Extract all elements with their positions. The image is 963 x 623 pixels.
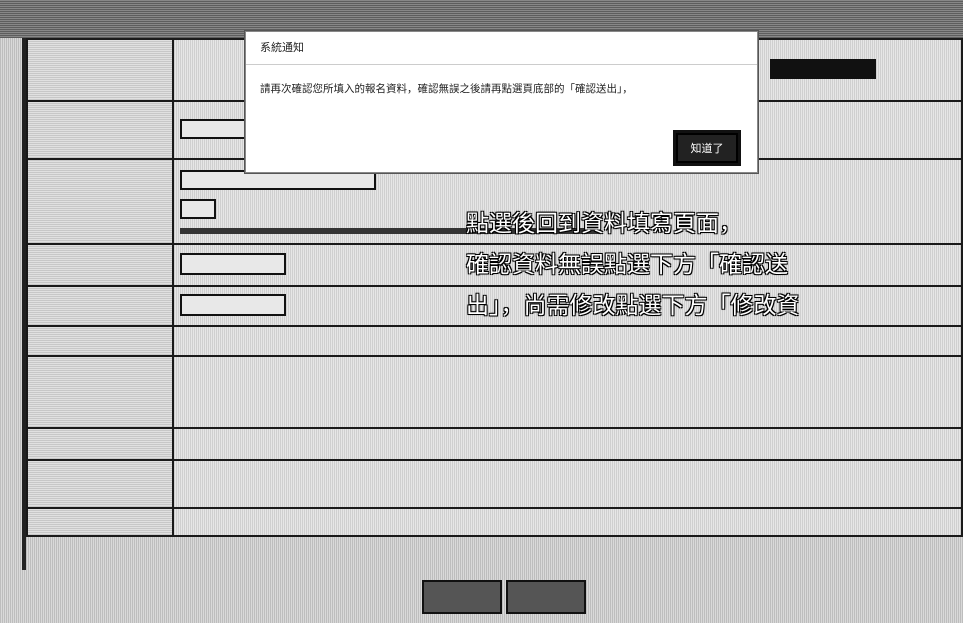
callout-line: 出」，尚需修改點選下方「修改資 (466, 293, 800, 319)
field-label (26, 355, 174, 429)
instruction-callout: 點選後回到資料填寫頁面， 確認資料無誤點選下方「確認送 出」，尚需修改點選下方「… (466, 204, 906, 327)
text-input[interactable] (180, 293, 286, 316)
text-input[interactable] (180, 252, 286, 275)
text-input[interactable] (180, 118, 246, 139)
field-value (172, 325, 963, 357)
table-row (26, 355, 963, 429)
field-label (26, 285, 174, 327)
dialog-ok-button[interactable]: 知道了 (673, 130, 741, 166)
dialog-title: 系統通知 (246, 32, 757, 65)
table-row (26, 459, 963, 509)
field-label (26, 38, 174, 102)
text-input[interactable] (180, 198, 216, 219)
field-label (26, 100, 174, 160)
callout-line: 確認資料無誤點選下方「確認送 (466, 252, 788, 278)
confirm-submit-button[interactable] (506, 580, 586, 614)
field-label (26, 427, 174, 461)
dialog-message: 請再次確認您所填入的報名資料，確認無誤之後請再點選頁底部的「確認送出」， (260, 83, 633, 95)
table-row (26, 427, 963, 461)
edit-data-button[interactable] (422, 580, 502, 614)
field-label (26, 507, 174, 537)
dark-field-box (770, 59, 876, 79)
callout-line: 點選後回到資料填寫頁面， (466, 211, 742, 237)
field-value (172, 355, 963, 429)
field-label (26, 459, 174, 509)
table-row (26, 507, 963, 537)
field-label (26, 325, 174, 357)
field-label (26, 158, 174, 245)
field-value (172, 459, 963, 509)
field-value (172, 507, 963, 537)
form-button-row (422, 580, 586, 614)
table-row (26, 325, 963, 357)
system-notice-dialog: 系統通知 請再次確認您所填入的報名資料，確認無誤之後請再點選頁底部的「確認送出」… (245, 31, 758, 173)
field-label (26, 243, 174, 287)
field-value (172, 427, 963, 461)
